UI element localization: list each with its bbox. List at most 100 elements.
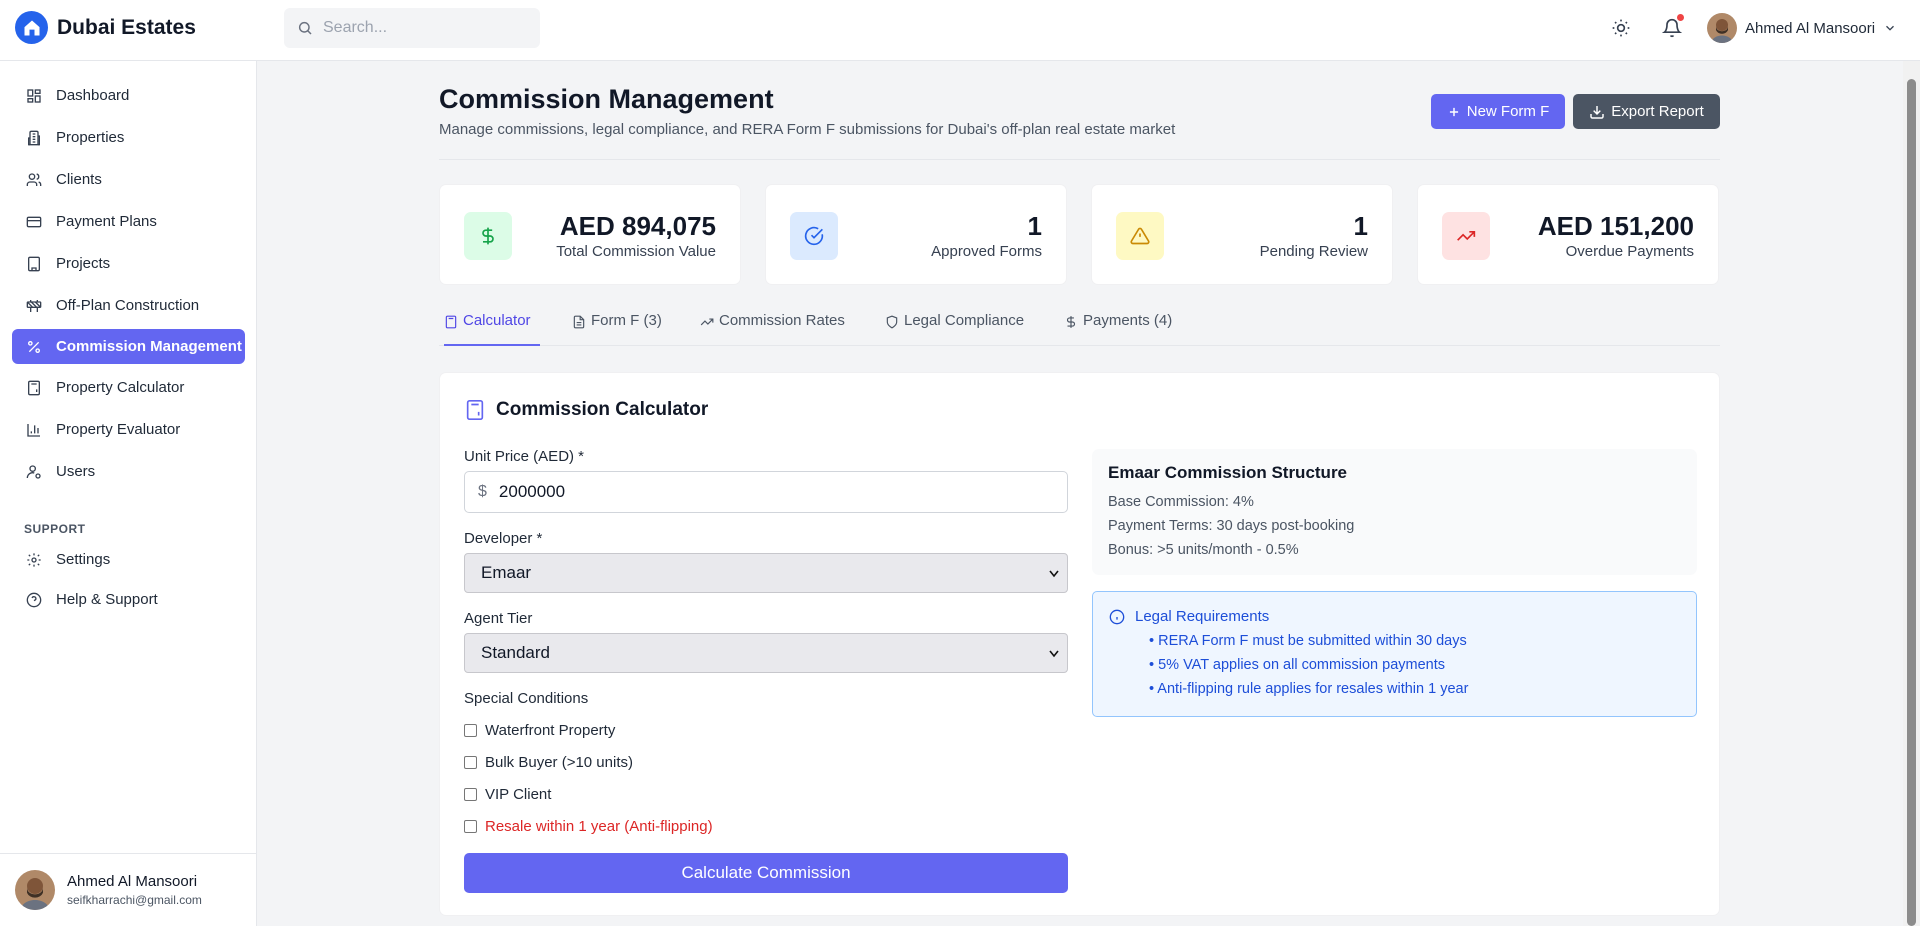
developer-select[interactable]: Emaar — [464, 553, 1068, 593]
condition-bulk-buyer[interactable]: Bulk Buyer (>10 units) — [464, 754, 633, 771]
sidebar-item-clients[interactable]: Clients — [12, 162, 245, 197]
office-icon — [26, 256, 42, 272]
stat-card-approved-forms: 1 Approved Forms — [765, 184, 1067, 285]
scrollbar-thumb[interactable] — [1907, 79, 1916, 926]
tab-label: Legal Compliance — [904, 312, 1025, 329]
checkbox[interactable] — [464, 756, 477, 769]
unit-price-field[interactable]: $ — [464, 471, 1068, 513]
page-title: Commission Management — [439, 84, 774, 114]
chevron-down-icon — [1883, 21, 1897, 35]
stat-label: Approved Forms — [931, 243, 1042, 260]
bar-chart-icon — [26, 422, 42, 438]
structure-title: Emaar Commission Structure — [1108, 463, 1348, 482]
stat-card-pending-review: 1 Pending Review — [1091, 184, 1393, 285]
sidebar-item-label: Off-Plan Construction — [56, 297, 200, 314]
credit-card-icon — [26, 214, 42, 230]
sidebar-item-property-calculator[interactable]: Property Calculator — [12, 370, 245, 405]
page-scrollbar[interactable] — [1903, 61, 1920, 926]
sidebar-item-label: Projects — [56, 255, 111, 272]
stat-value: 1 — [1027, 211, 1042, 241]
legal-title: Legal Requirements — [1135, 608, 1270, 625]
panel-title: Commission Calculator — [496, 399, 709, 420]
developer-label: Developer * — [464, 530, 543, 547]
sidebar-item-projects[interactable]: Projects — [12, 246, 245, 281]
sidebar-item-users[interactable]: Users — [12, 454, 245, 489]
brand[interactable]: Dubai Estates — [15, 11, 196, 44]
checkbox[interactable] — [464, 788, 477, 801]
export-report-label: Export Report — [1611, 103, 1704, 120]
info-icon — [1109, 609, 1125, 625]
stat-value: AED 151,200 — [1537, 211, 1694, 241]
shield-icon — [885, 315, 899, 329]
condition-vip-client[interactable]: VIP Client — [464, 786, 551, 803]
stat-label: Overdue Payments — [1565, 243, 1694, 260]
tab-label: Payments (4) — [1083, 312, 1173, 329]
special-conditions-label: Special Conditions — [464, 690, 589, 707]
sidebar-item-property-evaluator[interactable]: Property Evaluator — [12, 412, 245, 447]
calculate-commission-button[interactable]: Calculate Commission — [464, 853, 1068, 893]
condition-label: Waterfront Property — [485, 722, 616, 739]
stat-card-total-commission: AED 894,075 Total Commission Value — [439, 184, 741, 285]
developer-value: Emaar — [481, 563, 532, 582]
tab-form-f[interactable]: Form F (3) — [572, 312, 662, 346]
header-divider — [439, 159, 1720, 160]
sidebar-item-commission-management[interactable]: Commission Management — [12, 329, 245, 364]
calculator-icon — [444, 315, 458, 329]
download-icon — [1589, 104, 1605, 120]
export-report-button[interactable]: Export Report — [1573, 94, 1720, 129]
sidebar-item-payment-plans[interactable]: Payment Plans — [12, 204, 245, 239]
agent-tier-value: Standard — [481, 643, 550, 662]
page-subtitle: Manage commissions, legal compliance, an… — [439, 121, 1176, 138]
structure-line: Base Commission: 4% — [1108, 494, 1254, 510]
new-form-f-label: New Form F — [1466, 103, 1550, 120]
building-icon — [26, 130, 42, 146]
sidebar-item-label: Help & Support — [56, 591, 158, 608]
home-logo-icon — [15, 11, 48, 44]
brand-name: Dubai Estates — [57, 15, 196, 39]
sidebar-item-label: Payment Plans — [56, 213, 157, 230]
theme-toggle-button[interactable] — [1608, 15, 1634, 41]
sidebar-item-label: Settings — [56, 551, 111, 568]
commission-calculator-panel: Commission Calculator Unit Price (AED) *… — [439, 372, 1720, 916]
notifications-button[interactable] — [1659, 14, 1685, 41]
stat-value: AED 894,075 — [559, 211, 716, 241]
search-icon — [297, 20, 313, 36]
stat-label: Total Commission Value — [556, 243, 716, 260]
search-bar[interactable] — [284, 8, 540, 48]
calculator-icon — [464, 399, 486, 421]
sidebar: Dashboard Properties Clients Payment Pla… — [0, 61, 257, 926]
tab-calculator[interactable]: Calculator — [444, 312, 540, 346]
sun-icon — [1611, 18, 1631, 38]
tab-commission-rates[interactable]: Commission Rates — [700, 312, 845, 346]
tab-payments[interactable]: Payments (4) — [1064, 312, 1172, 346]
sidebar-item-properties[interactable]: Properties — [12, 120, 245, 155]
sidebar-item-dashboard[interactable]: Dashboard — [12, 78, 245, 113]
sidebar-item-label: Property Evaluator — [56, 421, 181, 438]
condition-waterfront[interactable]: Waterfront Property — [464, 722, 615, 739]
agent-tier-select[interactable]: Standard — [464, 633, 1068, 673]
sidebar-item-off-plan-construction[interactable]: Off-Plan Construction — [12, 288, 245, 323]
chevron-down-icon — [1049, 650, 1059, 658]
sidebar-user-profile[interactable]: Ahmed Al Mansoori seifkharrachi@gmail.co… — [0, 853, 256, 926]
search-input[interactable] — [323, 19, 523, 37]
user-menu-name: Ahmed Al Mansoori — [1745, 19, 1876, 37]
agent-tier-label: Agent Tier — [464, 610, 533, 627]
percent-icon — [26, 339, 42, 355]
new-form-f-button[interactable]: New Form F — [1431, 94, 1565, 129]
structure-line: Payment Terms: 30 days post-booking — [1108, 518, 1355, 534]
tab-label: Form F (3) — [591, 312, 662, 329]
unit-price-input[interactable] — [498, 482, 1039, 502]
condition-anti-flipping[interactable]: Resale within 1 year (Anti-flipping) — [464, 818, 713, 835]
checkbox[interactable] — [464, 724, 477, 737]
construction-icon — [26, 298, 42, 314]
sidebar-item-help-support[interactable]: Help & Support — [12, 582, 245, 617]
user-menu[interactable]: Ahmed Al Mansoori — [1707, 13, 1897, 43]
condition-label: Resale within 1 year (Anti-flipping) — [485, 818, 713, 835]
legal-title-row: Legal Requirements — [1109, 608, 1680, 625]
developer-structure-card: Emaar Commission Structure Base Commissi… — [1092, 449, 1697, 575]
checkbox[interactable] — [464, 820, 477, 833]
sidebar-item-label: Dashboard — [56, 87, 130, 104]
sidebar-item-settings[interactable]: Settings — [12, 542, 245, 577]
tab-legal-compliance[interactable]: Legal Compliance — [885, 312, 1024, 346]
top-bar: Dubai Estates Ahmed Al Mansoori — [0, 0, 1920, 61]
